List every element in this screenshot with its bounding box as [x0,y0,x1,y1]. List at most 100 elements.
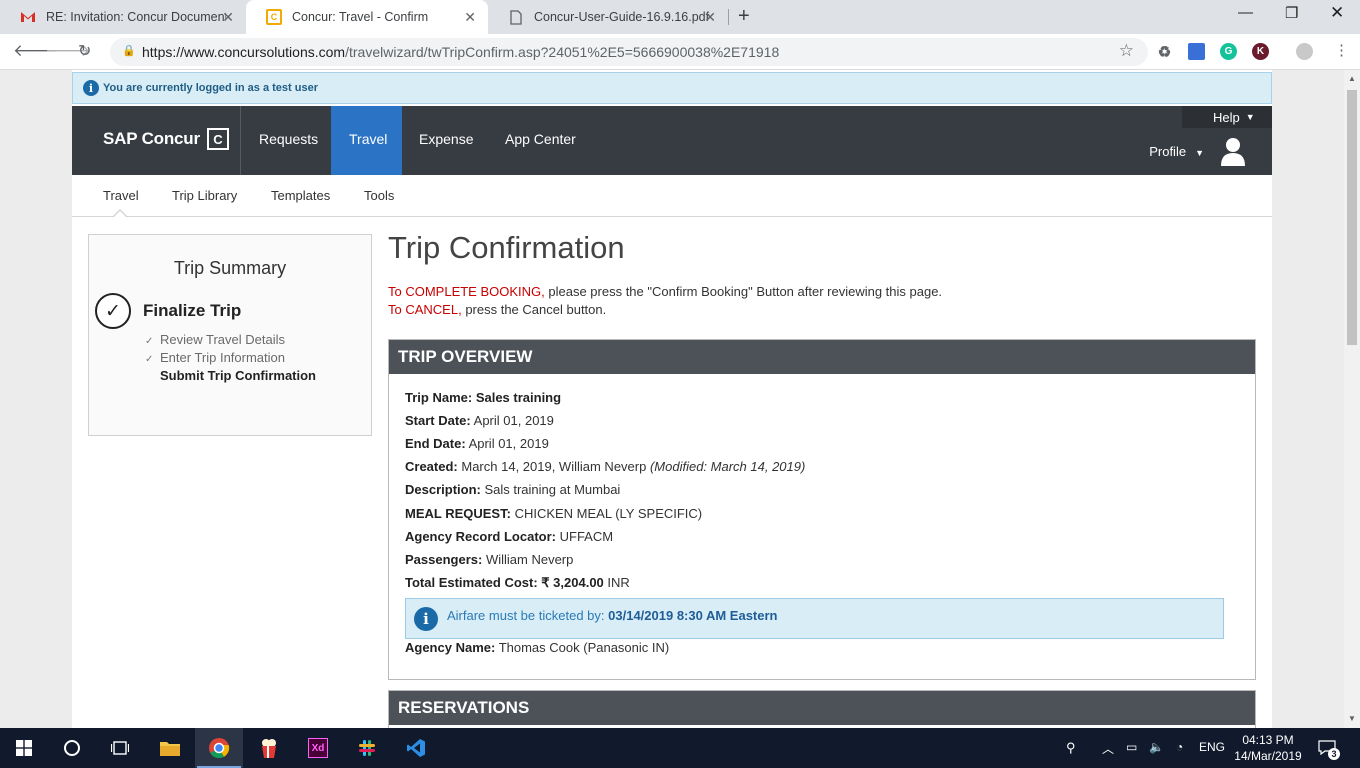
sap-concur-logo[interactable]: SAP Concur C [103,128,229,150]
subnav-trip-library[interactable]: Trip Library [172,188,237,203]
grammarly-icon[interactable]: G [1220,43,1237,60]
cancel-text: press the Cancel button. [461,302,607,317]
browser-toolbar: 🡐 🡒 ↻ 🔒 https://www.concursolutions.com/… [0,34,1360,70]
vscode-icon[interactable] [392,728,440,768]
subnav-tools[interactable]: Tools [364,188,394,203]
agency-name-row: Agency Name: Thomas Cook (Panasonic IN) [405,640,669,655]
complete-instruction: To COMPLETE BOOKING, please press the "C… [388,284,942,299]
step-submit-confirmation: Submit Trip Confirmation [160,368,316,383]
address-bar[interactable]: 🔒 https://www.concursolutions.com/travel… [110,38,1148,66]
user-avatar-icon[interactable] [1220,136,1246,166]
clock-time: 04:13 PM [1242,733,1294,747]
windows-taskbar: Xd ⚲ ︿ ▭ 🔈 ◔ ENG 04:13 PM 14/Mar/2019 3 [0,728,1360,768]
check-icon: ✓ [145,354,154,365]
volume-icon[interactable]: 🔈 [1149,740,1164,754]
field-label: Start Date: [405,413,471,428]
minimize-icon[interactable]: — [1238,4,1253,21]
alert-prefix: Airfare must be ticketed by: [447,608,605,623]
wifi-icon[interactable]: ◔ [1176,740,1183,754]
new-tab-icon[interactable]: + [738,5,750,28]
help-menu[interactable]: Help ▼ [1182,106,1272,128]
info-icon: i [414,607,438,631]
cost-amount: ₹ 3,204.00 [541,575,604,590]
nav-travel[interactable]: Travel [331,106,402,175]
tab-divider [728,9,729,25]
adobe-xd-icon[interactable]: Xd [294,728,342,768]
help-label: Help [1213,109,1240,125]
field-label: Passengers: [405,552,483,567]
search-icon[interactable] [48,728,96,768]
description-row: Description: Sals training at Mumbai [405,482,620,497]
window-close-icon[interactable]: ✕ [1330,3,1344,23]
main-navigation: SAP Concur C Requests Travel Expense App… [72,106,1272,175]
cost-currency: INR [607,575,630,590]
ticketing-deadline-alert: i Airfare must be ticketed by: 03/14/201… [405,598,1224,639]
field-label: Created: [405,459,458,474]
notification-center-icon[interactable]: 3 [1318,740,1340,760]
battery-icon[interactable]: ▭ [1126,740,1137,754]
language-indicator[interactable]: ENG [1199,740,1225,754]
task-view-icon[interactable] [96,728,144,768]
scroll-up-icon[interactable]: ▲ [1348,74,1356,83]
complete-emphasis: To COMPLETE BOOKING, [388,284,545,299]
record-locator-row: Agency Record Locator: UFFACM [405,529,613,544]
scroll-down-icon[interactable]: ▼ [1348,714,1356,723]
step-label: Enter Trip Information [160,350,285,365]
slack-icon[interactable] [343,728,391,768]
recycle-extension-icon[interactable]: ♻ [1156,43,1173,61]
step-enter-trip-info: ✓ Enter Trip Information [145,350,285,365]
chevron-up-icon[interactable]: ︿ [1102,740,1114,757]
profile-menu[interactable]: Profile ▼ [1149,144,1204,159]
info-icon: i [83,80,99,96]
reload-icon[interactable]: ↻ [78,41,91,61]
close-icon[interactable]: ✕ [704,9,716,26]
chrome-icon[interactable] [195,728,243,768]
file-explorer-icon[interactable] [146,728,194,768]
total-cost-row: Total Estimated Cost: ₹ 3,204.00 INR [405,575,630,591]
description-value: Sals training at Mumbai [484,482,621,497]
tab-title: RE: Invitation: Concur Documenta [46,10,226,24]
alert-deadline: 03/14/2019 8:30 AM Eastern [608,608,778,623]
trip-overview-panel: TRIP OVERVIEW Trip Name: Sales training … [388,339,1256,680]
popcorn-app-icon[interactable] [245,728,293,768]
field-label: Description: [405,482,481,497]
field-label: Agency Name: [405,640,496,655]
close-icon[interactable]: ✕ [464,9,476,26]
scroll-thumb[interactable] [1347,90,1357,345]
nav-expense[interactable]: Expense [401,106,491,175]
tab-gmail[interactable]: RE: Invitation: Concur Documenta ✕ [0,0,246,34]
close-icon[interactable]: ✕ [222,9,234,26]
concur-icon: C [266,9,282,25]
nav-requests[interactable]: Requests [241,106,336,175]
chevron-down-icon: ▼ [1245,112,1255,122]
step-title: Finalize Trip [143,301,242,320]
field-label: Total Estimated Cost: [405,575,538,590]
concur-logo-icon: C [206,128,229,150]
cancel-instruction: To CANCEL, press the Cancel button. [388,302,606,317]
windows-start-icon[interactable] [0,728,48,768]
bookmark-star-icon[interactable]: ☆ [1119,41,1134,61]
subnav-travel[interactable]: Travel [103,188,139,203]
step-label: Review Travel Details [160,332,285,347]
calendar-extension-icon[interactable] [1188,43,1205,60]
subnav-templates[interactable]: Templates [271,188,330,203]
clock-date: 14/Mar/2019 [1234,749,1302,763]
meal-value: CHICKEN MEAL (LY SPECIFIC) [514,506,703,521]
people-icon[interactable]: ⚲ [1066,740,1076,756]
tab-pdf[interactable]: Concur-User-Guide-16.9.16.pdf ✕ [488,0,728,34]
profile-k-icon[interactable]: K [1252,43,1269,60]
modified-note: (Modified: March 14, 2019) [649,459,806,474]
gmail-icon [20,9,36,25]
user-avatar-icon[interactable] [1296,43,1313,60]
tab-concur-confirm[interactable]: C Concur: Travel - Confirm ✕ [246,0,488,34]
trip-overview-heading: TRIP OVERVIEW [389,340,1255,374]
sub-navigation: Travel Trip Library Templates Tools [72,175,1272,217]
nav-app-center[interactable]: App Center [487,106,594,175]
url-path: /travelwizard/twTripConfirm.asp?24051%2E… [345,44,780,60]
system-clock[interactable]: 04:13 PM 14/Mar/2019 [1232,732,1304,764]
menu-dots-icon[interactable]: ⋮ [1334,41,1349,59]
restore-icon[interactable]: ❐ [1285,4,1298,22]
notification-count: 3 [1328,748,1340,760]
url-text[interactable]: https://www.concursolutions.com/travelwi… [142,44,779,60]
page-scrollbar[interactable]: ▲ ▼ [1344,70,1360,728]
